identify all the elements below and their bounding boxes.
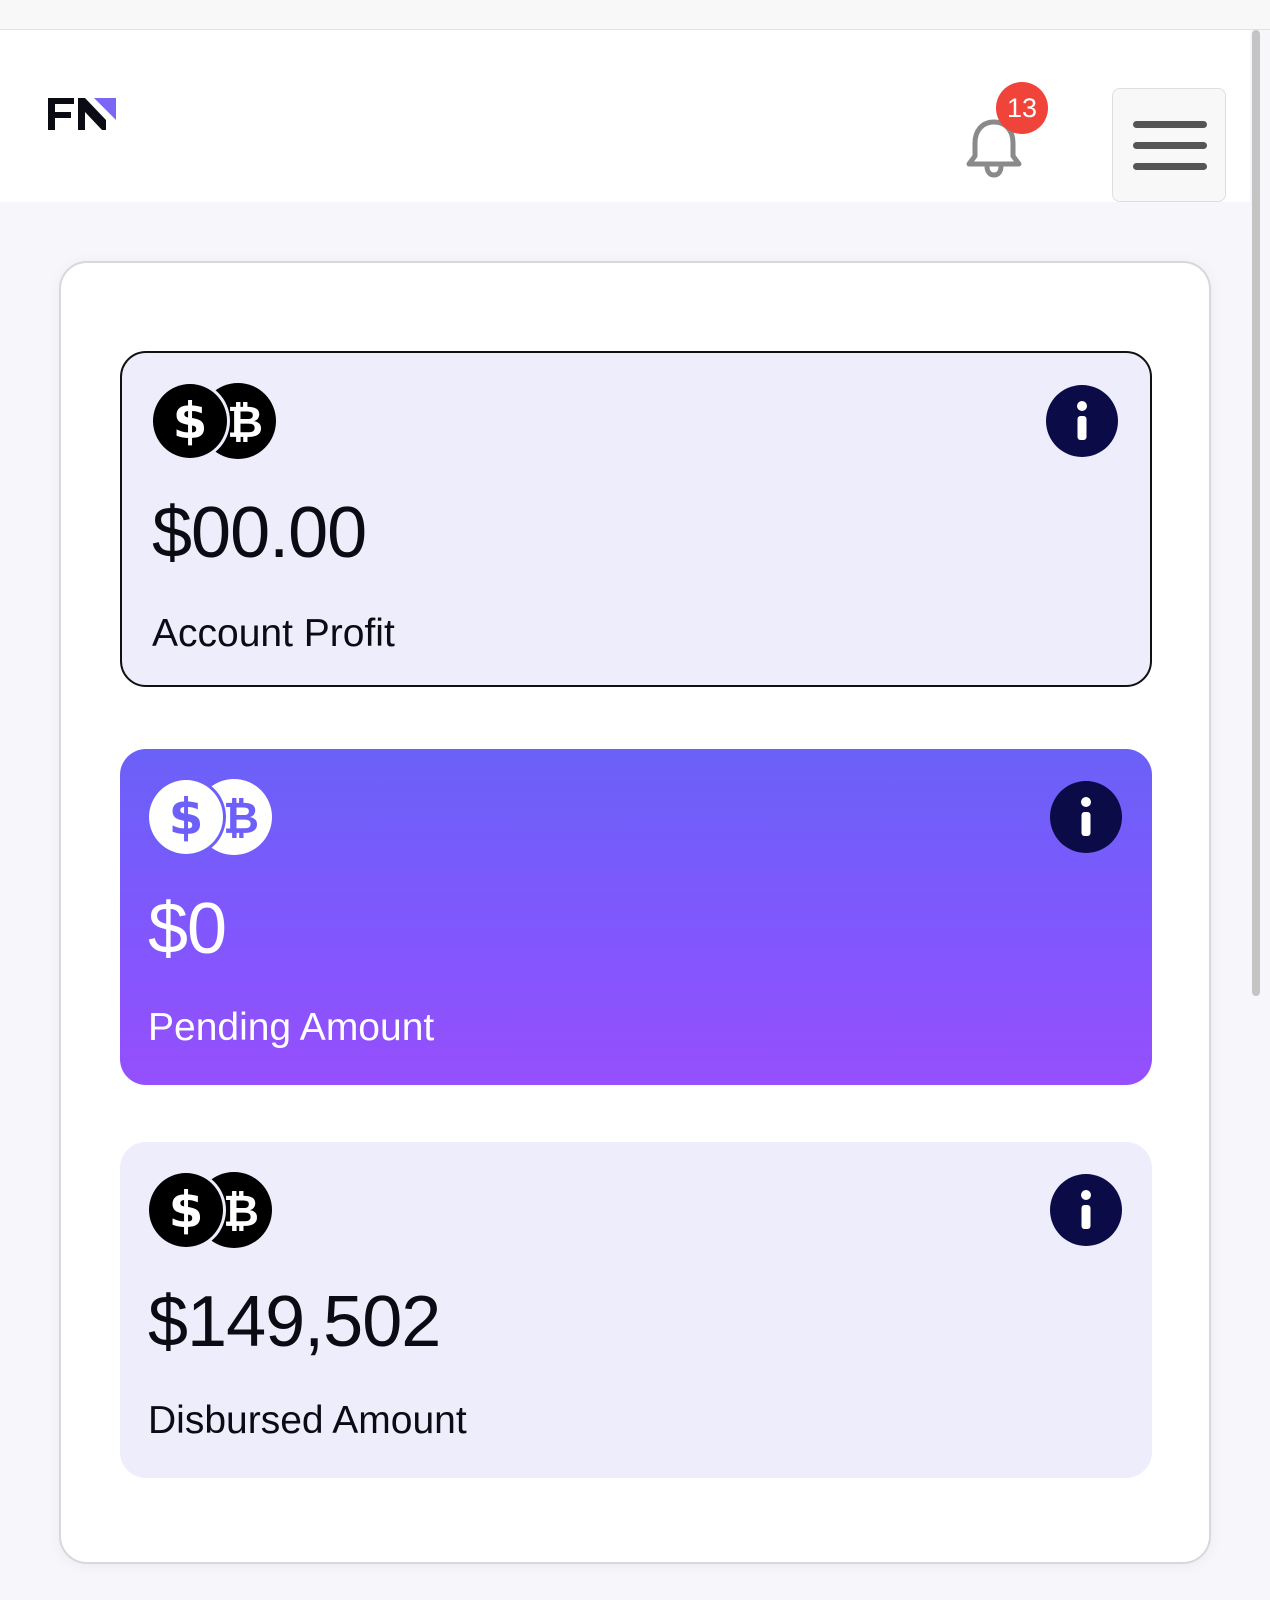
browser-top-strip [0, 0, 1270, 30]
svg-text:$: $ [173, 392, 208, 450]
dollar-bitcoin-coins-icon: $ ₿ [148, 779, 272, 855]
hamburger-menu-icon [1133, 121, 1207, 170]
svg-text:₿: ₿ [223, 1186, 259, 1237]
svg-text:₿: ₿ [227, 397, 263, 448]
svg-text:$: $ [169, 788, 204, 846]
dollar-bitcoin-coins-icon: $ ₿ [148, 1172, 272, 1248]
disbursed-amount-card[interactable]: $ ₿ $149,502 Disbursed Amount [120, 1142, 1152, 1478]
account-profit-amount: $00.00 [152, 493, 367, 573]
notification-count-badge: 13 [996, 82, 1048, 134]
account-profit-card[interactable]: $ ₿ $00.00 Account Profit [120, 351, 1152, 687]
svg-text:₿: ₿ [223, 793, 259, 844]
notification-button[interactable]: 13 [960, 82, 1050, 182]
disbursed-amount-label: Disbursed Amount [148, 1399, 467, 1442]
info-icon[interactable] [1050, 781, 1122, 853]
pending-amount-value: $0 [148, 889, 227, 969]
fn-logo[interactable] [46, 94, 120, 134]
info-icon[interactable] [1050, 1174, 1122, 1246]
pending-amount-card[interactable]: $ ₿ $0 Pending Amount [120, 749, 1152, 1085]
info-icon[interactable] [1046, 385, 1118, 457]
disbursed-amount-value: $149,502 [148, 1282, 441, 1362]
svg-text:$: $ [169, 1181, 204, 1239]
dollar-bitcoin-coins-icon: $ ₿ [152, 383, 276, 459]
pending-amount-label: Pending Amount [148, 1006, 435, 1049]
menu-button[interactable] [1112, 88, 1226, 202]
balances-panel: $ ₿ $00.00 Account Profit $ ₿ $0 Pending… [59, 261, 1211, 1564]
account-profit-label: Account Profit [152, 612, 395, 655]
page-scrollbar[interactable] [1252, 30, 1260, 996]
app-header: FN 13 [0, 30, 1250, 202]
